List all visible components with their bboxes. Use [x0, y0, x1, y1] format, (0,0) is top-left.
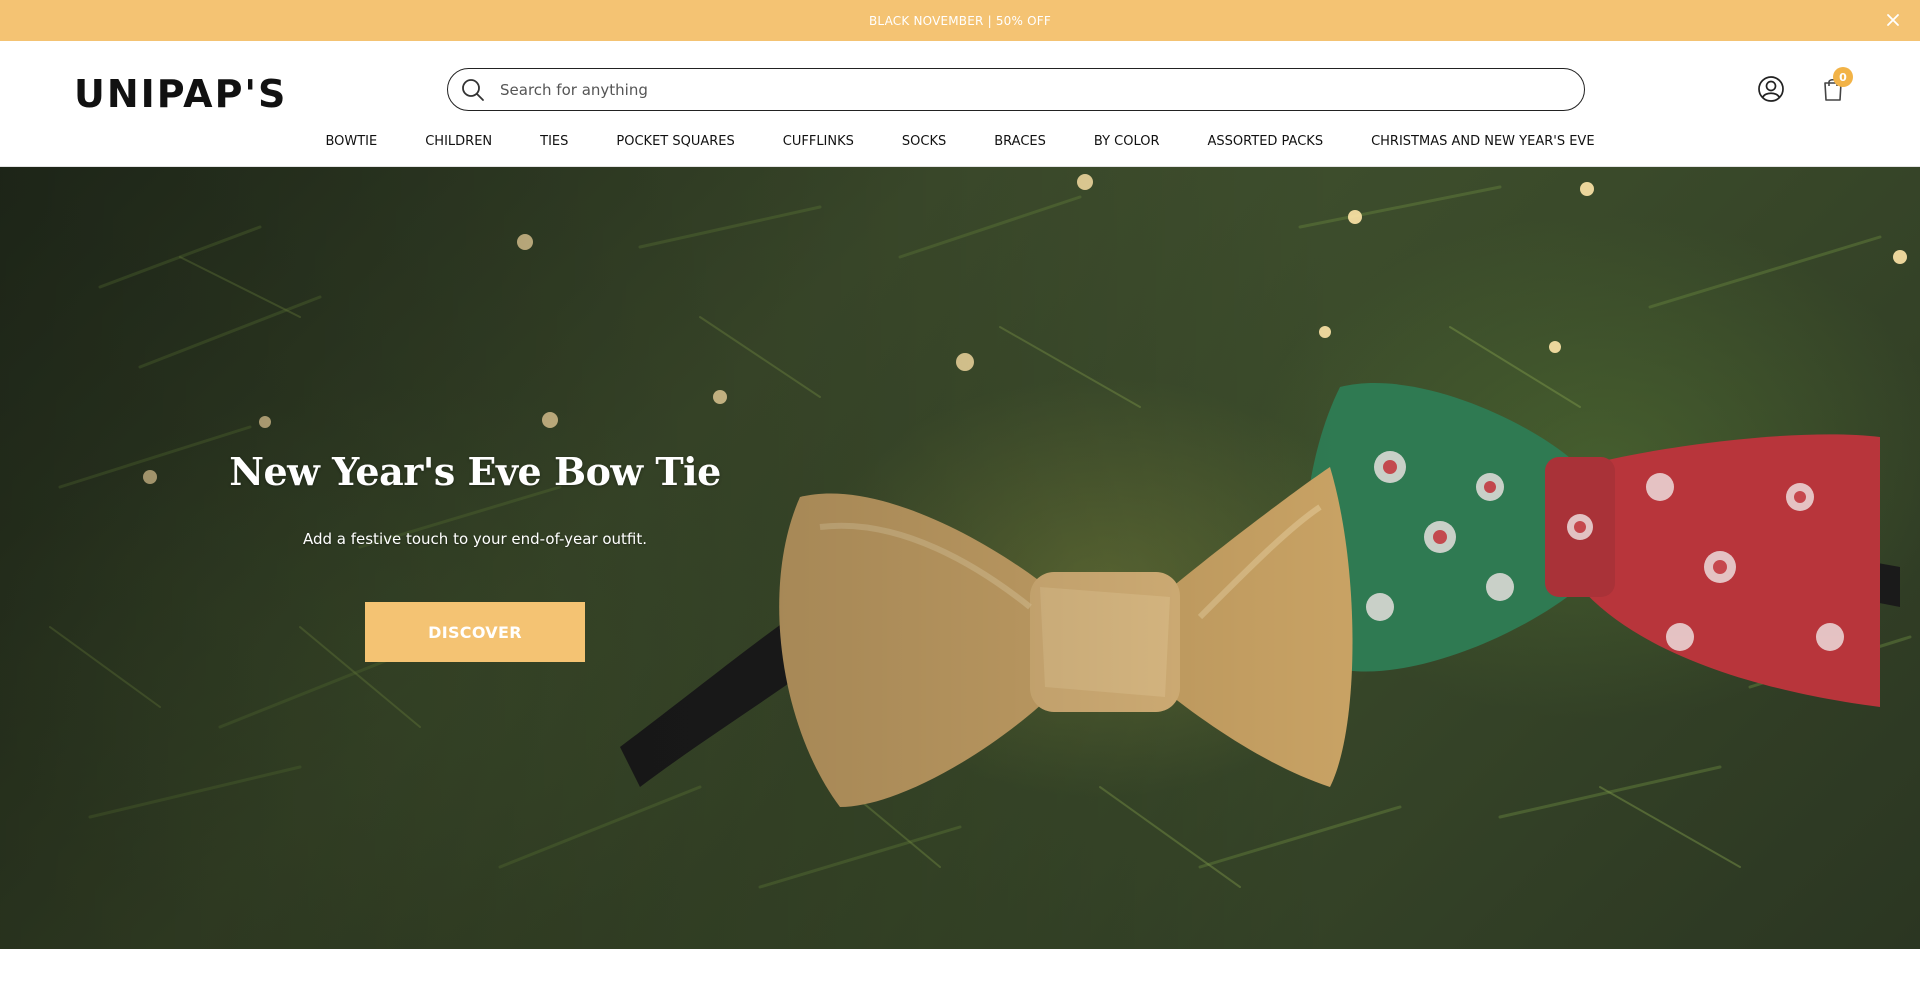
- hero-title: New Year's Eve Bow Tie: [229, 449, 721, 494]
- user-icon[interactable]: [1757, 75, 1785, 103]
- announcement-text: BLACK NOVEMBER | 50% OFF: [869, 13, 1051, 28]
- nav-item-assorted-packs[interactable]: ASSORTED PACKS: [1184, 130, 1348, 154]
- discover-button[interactable]: DISCOVER: [365, 602, 585, 662]
- nav-item-bowtie[interactable]: BOWTIE: [301, 130, 401, 154]
- hero-overlay: [0, 167, 1920, 949]
- cart-count-badge: 0: [1833, 67, 1853, 87]
- close-icon[interactable]: [1884, 11, 1902, 29]
- hero-subtitle: Add a festive touch to your end-of-year …: [302, 530, 648, 548]
- site-header: UNIPAP'S 0 BOWTIE CHILDREN TIES POCKET S…: [0, 41, 1920, 167]
- search-input[interactable]: [500, 73, 1550, 106]
- hero-banner[interactable]: New Year's Eve Bow Tie Add a festive tou…: [0, 167, 1920, 949]
- main-nav: BOWTIE CHILDREN TIES POCKET SQUARES CUFF…: [0, 130, 1920, 154]
- announcement-bar: BLACK NOVEMBER | 50% OFF: [0, 0, 1920, 41]
- nav-item-cufflinks[interactable]: CUFFLINKS: [759, 130, 878, 154]
- nav-item-braces[interactable]: BRACES: [970, 130, 1070, 154]
- nav-item-socks[interactable]: SOCKS: [878, 130, 970, 154]
- search-icon[interactable]: [460, 77, 486, 103]
- site-logo[interactable]: UNIPAP'S: [74, 69, 287, 119]
- nav-item-by-color[interactable]: BY COLOR: [1070, 130, 1184, 154]
- search-bar[interactable]: [447, 68, 1585, 111]
- nav-item-pocket-squares[interactable]: POCKET SQUARES: [592, 130, 758, 154]
- nav-item-ties[interactable]: TIES: [516, 130, 592, 154]
- nav-item-children[interactable]: CHILDREN: [401, 130, 516, 154]
- nav-item-christmas-new-years-eve[interactable]: CHRISTMAS AND NEW YEAR'S EVE: [1347, 130, 1618, 154]
